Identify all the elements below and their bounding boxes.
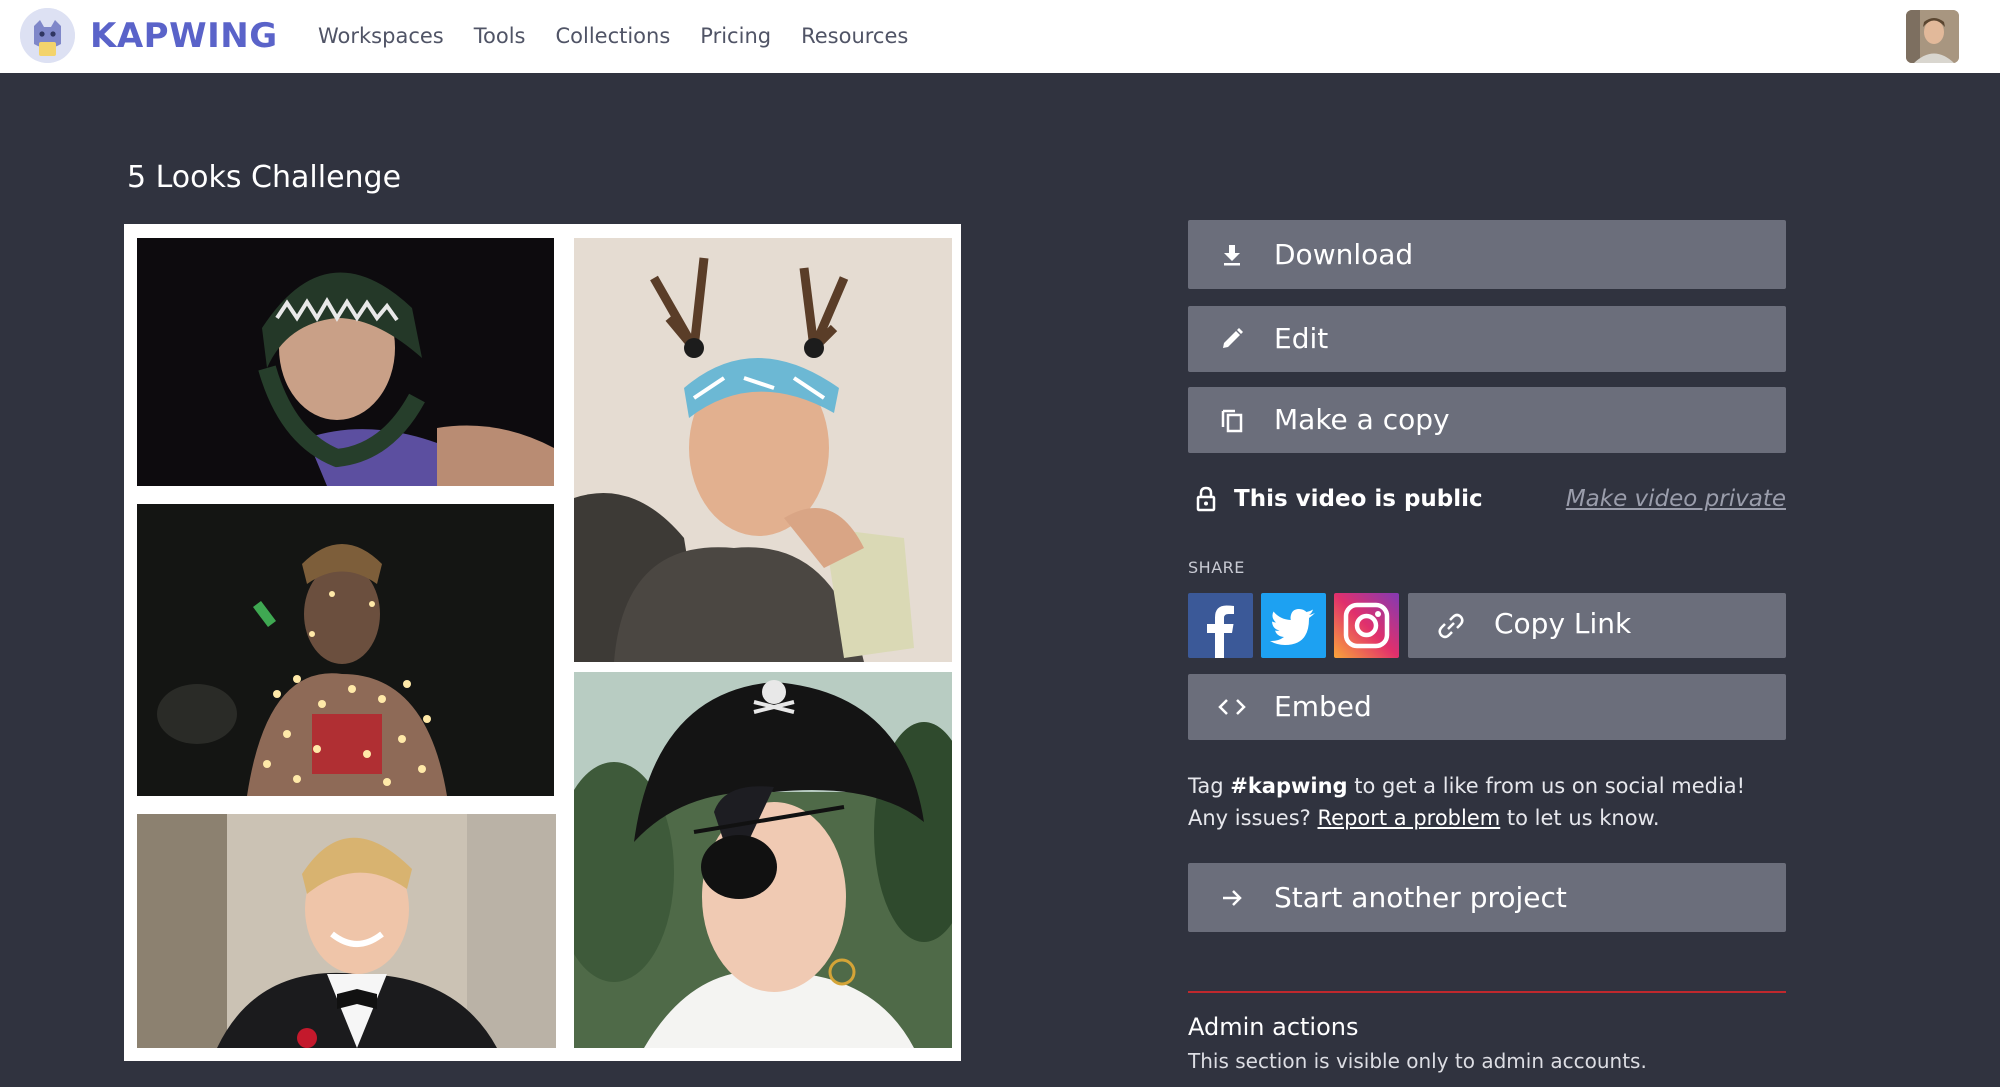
kapwing-logo-text[interactable]: KAPWING (90, 14, 278, 58)
tag-message-suffix: to let us know. (1500, 806, 1660, 830)
video-preview-collage[interactable] (124, 224, 961, 1061)
report-problem-link[interactable]: Report a problem (1318, 806, 1501, 830)
edit-button[interactable]: Edit (1188, 306, 1786, 372)
link-icon (1438, 613, 1464, 639)
user-avatar[interactable] (1906, 10, 1959, 63)
start-another-label: Start another project (1274, 880, 1567, 914)
share-label: SHARE (1188, 558, 1245, 577)
edit-label: Edit (1274, 322, 1329, 355)
lock-icon (1196, 486, 1216, 512)
visibility-status: This video is public (1234, 486, 1483, 512)
nav-tools[interactable]: Tools (474, 18, 526, 54)
collage-photo-pirate (574, 672, 952, 1048)
main-nav: Workspaces Tools Collections Pricing Res… (318, 18, 938, 54)
instagram-icon (1343, 602, 1390, 649)
collage-photo-shark-hat (137, 238, 554, 486)
facebook-icon (1207, 605, 1234, 658)
copy-link-button[interactable]: Copy Link (1408, 593, 1786, 658)
code-icon (1218, 693, 1246, 721)
admin-actions-description: This section is visible only to admin ac… (1188, 1049, 1647, 1073)
share-twitter-button[interactable] (1261, 593, 1326, 658)
arrow-right-icon (1218, 884, 1246, 912)
tag-message: Tag #kapwing to get a like from us on so… (1188, 770, 1788, 834)
download-icon (1218, 241, 1246, 269)
make-private-link[interactable]: Make video private (1566, 482, 1786, 516)
share-instagram-button[interactable] (1334, 593, 1399, 658)
nav-workspaces[interactable]: Workspaces (318, 18, 444, 54)
nav-resources[interactable]: Resources (801, 18, 908, 54)
collage-photo-bandana (574, 238, 952, 662)
share-facebook-button[interactable] (1188, 593, 1253, 658)
download-button[interactable]: Download (1188, 220, 1786, 289)
page-title: 5 Looks Challenge (127, 160, 402, 195)
copy-icon (1218, 406, 1246, 434)
twitter-icon (1270, 609, 1315, 645)
admin-actions-title: Admin actions (1188, 1013, 1359, 1041)
embed-label: Embed (1274, 690, 1372, 723)
download-label: Download (1274, 237, 1414, 271)
embed-button[interactable]: Embed (1188, 674, 1786, 740)
make-copy-button[interactable]: Make a copy (1188, 387, 1786, 453)
visibility-row: This video is public Make video private (1188, 480, 1786, 520)
collage-photo-christmas-lights (137, 504, 554, 796)
copy-link-label: Copy Link (1494, 607, 1632, 640)
start-another-project-button[interactable]: Start another project (1188, 863, 1786, 932)
top-navigation-bar: KAPWING Workspaces Tools Collections Pri… (0, 0, 2000, 73)
kapwing-logo-icon[interactable] (20, 8, 75, 63)
tag-message-prefix: Tag (1188, 774, 1231, 798)
pencil-icon (1218, 325, 1246, 353)
nav-collections[interactable]: Collections (555, 18, 670, 54)
tag-hashtag: #kapwing (1230, 774, 1348, 798)
admin-divider (1188, 991, 1786, 993)
nav-pricing[interactable]: Pricing (700, 18, 771, 54)
make-copy-label: Make a copy (1274, 403, 1450, 436)
collage-photo-tuxedo (137, 814, 556, 1048)
